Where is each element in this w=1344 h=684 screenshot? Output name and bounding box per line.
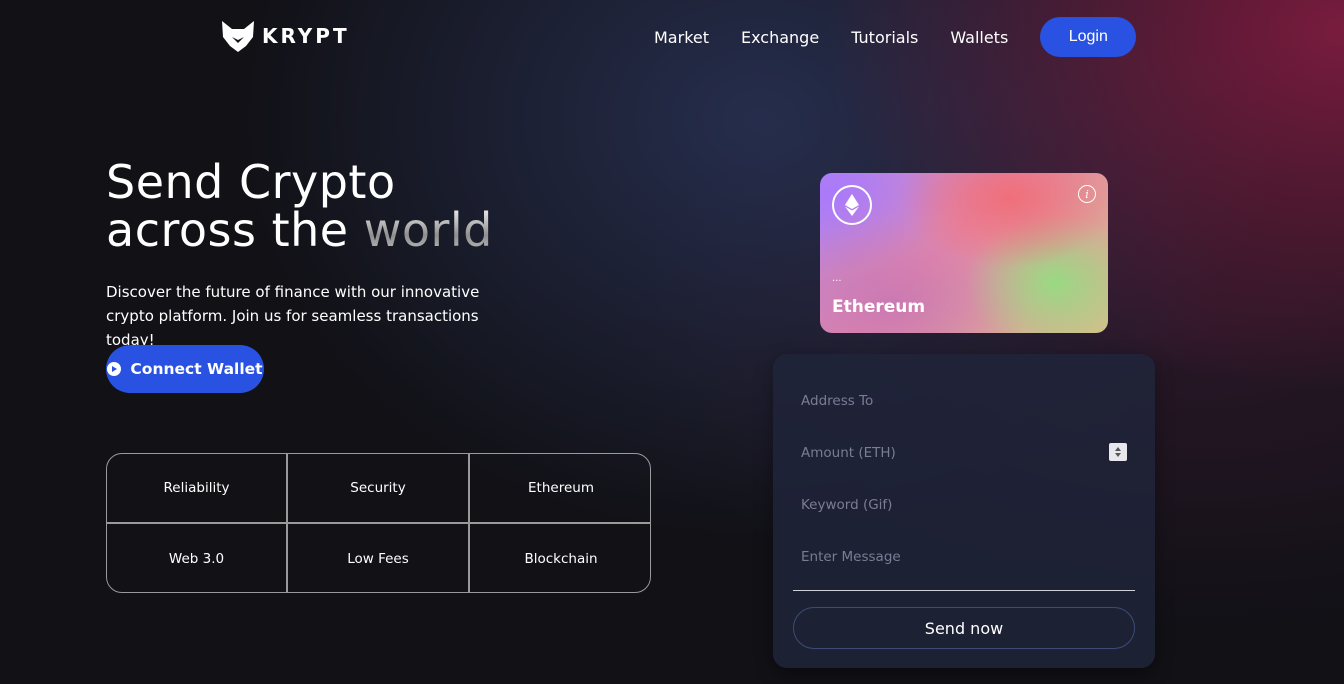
form-divider	[793, 590, 1135, 591]
card-address: ...	[832, 273, 842, 284]
hero-title: Send Crypto across the world	[106, 158, 493, 254]
feature-web3: Web 3.0	[107, 524, 288, 592]
hero-title-line-2: across the world	[106, 206, 493, 254]
hero-title-line-2-start: across the	[106, 203, 349, 257]
fox-logo-icon	[222, 21, 254, 52]
hero-subtitle: Discover the future of finance with our …	[106, 283, 480, 349]
feature-ethereum: Ethereum	[470, 454, 650, 524]
feature-blockchain: Blockchain	[524, 551, 598, 567]
connect-wallet-button[interactable]: Connect Wallet	[106, 345, 264, 393]
nav-item-wallets[interactable]: Wallets	[950, 28, 1008, 47]
message-input[interactable]	[793, 539, 1135, 575]
hero-title-highlight: world	[363, 203, 493, 257]
ethereum-card: i ... Ethereum	[820, 173, 1108, 333]
info-icon[interactable]: i	[1078, 185, 1096, 203]
feature-security: Security	[288, 454, 470, 524]
amount-input[interactable]	[793, 435, 1135, 471]
nav-item-market[interactable]: Market	[654, 28, 709, 47]
nav-item-exchange[interactable]: Exchange	[741, 28, 819, 47]
login-button[interactable]: Login	[1040, 17, 1137, 57]
logo-text: KRYPT	[262, 24, 350, 48]
send-now-button[interactable]: Send now	[793, 607, 1135, 649]
main-nav: Market Exchange Tutorials Wallets Login	[654, 17, 1137, 57]
connect-wallet-label: Connect Wallet	[130, 360, 263, 378]
feature-reliability: Reliability	[107, 454, 288, 524]
card-name: Ethereum	[832, 297, 926, 317]
send-form: Send now	[773, 354, 1155, 668]
feature-grid: Reliability Security Ethereum Web 3.0 Lo…	[106, 453, 651, 593]
address-to-input[interactable]	[793, 383, 1135, 419]
feature-low-fees: Low Fees	[288, 524, 470, 592]
stepper-icon[interactable]	[1109, 443, 1127, 461]
ethereum-icon	[832, 185, 872, 225]
hero-title-line-1: Send Crypto	[106, 155, 396, 209]
keyword-input[interactable]	[793, 487, 1135, 523]
nav-item-tutorials[interactable]: Tutorials	[851, 28, 918, 47]
play-icon	[107, 362, 122, 376]
brand-logo[interactable]: KRYPT	[220, 19, 350, 53]
